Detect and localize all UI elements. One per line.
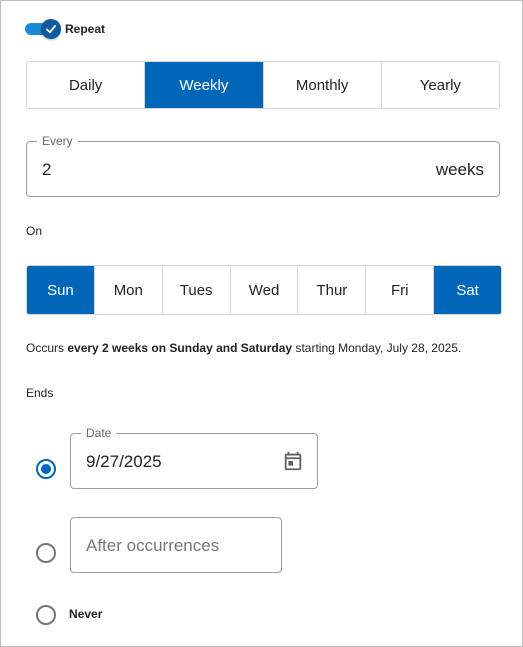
ends-date-radio[interactable]: [36, 459, 56, 479]
occurrences-field[interactable]: [70, 517, 282, 573]
days-selector: Sun Mon Tues Wed Thur Fri Sat: [26, 265, 502, 315]
day-mon-button[interactable]: Mon: [94, 266, 163, 314]
day-wed-button[interactable]: Wed: [230, 266, 299, 314]
ends-after-radio[interactable]: [36, 543, 56, 563]
day-sat-button[interactable]: Sat: [434, 266, 501, 314]
day-fri-button[interactable]: Fri: [366, 266, 435, 314]
summary-highlight: every 2 weeks on Sunday and Saturday: [67, 341, 293, 355]
summary-prefix: Occurs: [26, 341, 68, 355]
every-value[interactable]: 2: [42, 160, 51, 180]
on-label: On: [26, 224, 43, 238]
frequency-selector: Daily Weekly Monthly Yearly: [26, 61, 500, 109]
frequency-yearly-button[interactable]: Yearly: [381, 62, 499, 108]
never-label: Never: [69, 607, 103, 621]
toggle-thumb[interactable]: [41, 19, 61, 39]
repeat-toggle[interactable]: [25, 19, 61, 39]
date-legend: Date: [81, 426, 117, 440]
calendar-icon[interactable]: [282, 450, 304, 472]
summary-suffix: starting Monday, July 28, 2025.: [292, 341, 462, 355]
every-suffix: weeks: [435, 160, 484, 179]
frequency-daily-button[interactable]: Daily: [27, 62, 146, 108]
end-date-value[interactable]: 9/27/2025: [86, 452, 162, 472]
radio-dot: [41, 464, 51, 474]
frequency-monthly-button[interactable]: Monthly: [263, 62, 382, 108]
day-thur-button[interactable]: Thur: [298, 266, 367, 314]
every-field[interactable]: Every 2 weeks: [26, 134, 500, 197]
ends-never-radio[interactable]: [36, 605, 56, 625]
ends-label: Ends: [26, 386, 54, 400]
recurrence-summary: Occurs every 2 weeks on Sunday and Satur…: [26, 341, 461, 355]
every-legend: Every: [37, 134, 78, 148]
occurrences-input[interactable]: [86, 536, 266, 556]
day-tues-button[interactable]: Tues: [162, 266, 231, 314]
day-sun-button[interactable]: Sun: [27, 266, 95, 314]
end-date-field[interactable]: Date 9/27/2025: [70, 426, 318, 489]
recurrence-panel: Repeat Daily Weekly Monthly Yearly Every…: [0, 0, 523, 647]
repeat-label: Repeat: [65, 22, 106, 36]
frequency-weekly-button[interactable]: Weekly: [145, 62, 264, 108]
checkmark-icon: [46, 25, 56, 34]
repeat-toggle-row[interactable]: Repeat: [25, 19, 105, 39]
